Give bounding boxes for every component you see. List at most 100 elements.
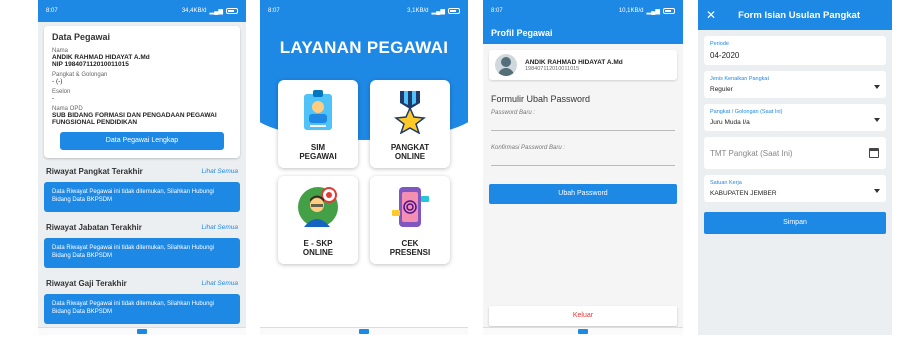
status-time: 8:07 <box>46 8 58 14</box>
info-message: Data Riwayat Pegawai ini tidak ditemukan… <box>44 182 240 212</box>
status-icons: 34,4KB/d ▂▄▆ <box>182 8 238 15</box>
nav-indicator-icon <box>578 329 588 334</box>
status-speed: 10,1KB/d <box>618 8 644 14</box>
medal-icon <box>394 91 426 135</box>
pangkat-value: - (-) <box>52 78 63 85</box>
chevron-down-icon <box>874 117 880 122</box>
section-header-jabatan: Riwayat Jabatan Terakhir Lihat Semua <box>38 223 246 232</box>
logout-button[interactable]: Keluar <box>489 306 677 326</box>
tmt-placeholder: TMT Pangkat (Saat Ini) <box>710 148 793 158</box>
tmt-pangkat-date-field[interactable]: TMT Pangkat (Saat Ini) <box>704 137 886 169</box>
page-title: Form Isian Usulan Pangkat <box>738 9 861 21</box>
close-icon[interactable]: ✕ <box>706 8 716 22</box>
satuan-kerja-select[interactable]: Satuan Kerja KABUPATEN JEMBER <box>704 175 886 202</box>
signal-icon: ▂▄▆ <box>209 8 223 15</box>
jenis-value: Reguler <box>710 86 733 93</box>
app-bar: Profil Pegawai <box>483 22 683 44</box>
info-message: Data Riwayat Pegawai ini tidak ditemukan… <box>44 294 240 324</box>
nav-bar <box>38 327 246 335</box>
tile-label-line1: E - SKP <box>303 239 333 248</box>
section-title: Riwayat Gaji Terakhir <box>46 279 127 288</box>
profile-name: ANDIK RAHMAD HIDAYAT A.Md <box>525 58 623 66</box>
info-message: Data Riwayat Pegawai ini tidak ditemukan… <box>44 238 240 268</box>
tile-label-line1: CEK <box>401 239 419 248</box>
status-bar: 8:07 34,4KB/d ▂▄▆ <box>38 0 246 22</box>
profile-nip: 198407112010011015 <box>525 65 580 72</box>
target-person-icon <box>298 187 338 227</box>
confirm-password-input[interactable] <box>491 165 675 166</box>
content-scroll[interactable]: Data Pegawai Nama ANDIK RAHMAD HIDAYAT A… <box>38 0 246 324</box>
phone-layanan-pegawai: 8:07 3,1KB/d ▂▄▆ LAYANAN PEGAWAI SIM PEG… <box>260 0 468 335</box>
tile-label-line2: ONLINE <box>394 152 426 162</box>
battery-icon <box>448 8 460 14</box>
page-title: LAYANAN PEGAWAI <box>279 38 449 57</box>
page-title: Profil Pegawai <box>491 28 553 38</box>
confirm-password-label: Konfirmasi Password Baru : <box>491 145 566 151</box>
jenis-kenaikan-select[interactable]: Jenis Kenaikan Pangkat Reguler <box>704 71 886 98</box>
data-pegawai-lengkap-button[interactable]: Data Pegawai Lengkap <box>60 132 224 150</box>
status-speed: 3,1KB/d <box>407 8 429 14</box>
opd-value: SUB BIDANG FORMASI DAN PENGADAAN PEGAWAI… <box>52 112 217 126</box>
screenshot-stage: 8:07 34,4KB/d ▂▄▆ Data Pegawai Nama ANDI… <box>0 0 901 345</box>
battery-icon <box>663 8 675 14</box>
tile-pangkat-online[interactable]: PANGKAT ONLINE <box>370 80 450 168</box>
periode-field[interactable]: Periode 04-2020 <box>704 36 886 65</box>
id-badge-icon <box>304 90 332 130</box>
tile-e-skp-online[interactable]: E - SKP ONLINE <box>278 176 358 264</box>
nama-value: ANDIK RAHMAD HIDAYAT A.Md <box>52 54 150 61</box>
eselon-value: - <box>52 95 55 102</box>
status-icons: 3,1KB/d ▂▄▆ <box>407 8 460 15</box>
calendar-icon[interactable] <box>869 148 879 158</box>
signal-icon: ▂▄▆ <box>646 8 660 15</box>
section-header-gaji: Riwayat Gaji Terakhir Lihat Semua <box>38 279 246 288</box>
status-bar: 8:07 3,1KB/d ▂▄▆ <box>260 0 468 22</box>
periode-value: 04-2020 <box>710 51 740 60</box>
tile-label-line2: ONLINE <box>302 248 334 258</box>
tile-label-line2: PEGAWAI <box>299 152 337 162</box>
chevron-down-icon <box>874 84 880 89</box>
status-speed: 34,4KB/d <box>181 8 207 14</box>
chevron-down-icon <box>874 188 880 193</box>
nav-indicator-icon <box>137 329 147 334</box>
section-header-pangkat: Riwayat Pangkat Terakhir Lihat Semua <box>38 167 246 176</box>
ubah-password-button[interactable]: Ubah Password <box>489 184 677 204</box>
new-password-label: Password Baru : <box>491 110 536 116</box>
section-title: Riwayat Pangkat Terakhir <box>46 167 143 176</box>
simpan-button[interactable]: Simpan <box>704 212 886 234</box>
tile-sim-pegawai[interactable]: SIM PEGAWAI <box>278 80 358 168</box>
nav-bar <box>260 327 468 335</box>
lihat-semua-link[interactable]: Lihat Semua <box>202 224 239 231</box>
profile-card: ANDIK RAHMAD HIDAYAT A.Md 19840711201001… <box>489 50 677 80</box>
battery-icon <box>226 8 238 14</box>
nip-value: NIP 198407112010011015 <box>52 61 129 68</box>
periode-label: Periode <box>710 41 729 47</box>
section-title: Riwayat Jabatan Terakhir <box>46 223 142 232</box>
phone-form-usulan-pangkat: ✕ Form Isian Usulan Pangkat Periode 04-2… <box>698 0 892 335</box>
card-title: Data Pegawai <box>52 32 111 42</box>
nav-indicator-icon <box>359 329 369 334</box>
satuan-value: KABUPATEN JEMBER <box>710 190 777 197</box>
data-pegawai-card: Data Pegawai Nama ANDIK RAHMAD HIDAYAT A… <box>44 26 240 158</box>
tile-label-line1: SIM <box>310 143 326 152</box>
status-time: 8:07 <box>268 8 280 14</box>
form-title: Formulir Ubah Password <box>491 94 591 104</box>
jenis-label: Jenis Kenaikan Pangkat <box>710 76 770 82</box>
fingerprint-phone-icon <box>392 187 429 227</box>
status-bar: 8:07 10,1KB/d ▂▄▆ <box>483 0 683 22</box>
signal-icon: ▂▄▆ <box>431 8 445 15</box>
avatar <box>495 54 517 76</box>
nav-bar <box>483 327 683 335</box>
golongan-select[interactable]: Pangkat / Golongan (Saat Ini) Juru Muda … <box>704 104 886 131</box>
tile-label-line1: PANGKAT <box>390 143 430 152</box>
status-time: 8:07 <box>491 8 503 14</box>
app-bar: ✕ Form Isian Usulan Pangkat <box>698 0 892 30</box>
lihat-semua-link[interactable]: Lihat Semua <box>202 168 239 175</box>
tile-label-line2: PRESENSI <box>389 248 431 258</box>
phone-profil-pegawai: 8:07 10,1KB/d ▂▄▆ Profil Pegawai ANDIK R… <box>483 0 683 335</box>
phone-data-pegawai: 8:07 34,4KB/d ▂▄▆ Data Pegawai Nama ANDI… <box>38 0 246 335</box>
golongan-value: Juru Muda I/a <box>710 119 750 126</box>
lihat-semua-link[interactable]: Lihat Semua <box>202 280 239 287</box>
satuan-label: Satuan Kerja <box>710 180 742 186</box>
tile-cek-presensi[interactable]: CEK PRESENSI <box>370 176 450 264</box>
new-password-input[interactable] <box>491 130 675 131</box>
